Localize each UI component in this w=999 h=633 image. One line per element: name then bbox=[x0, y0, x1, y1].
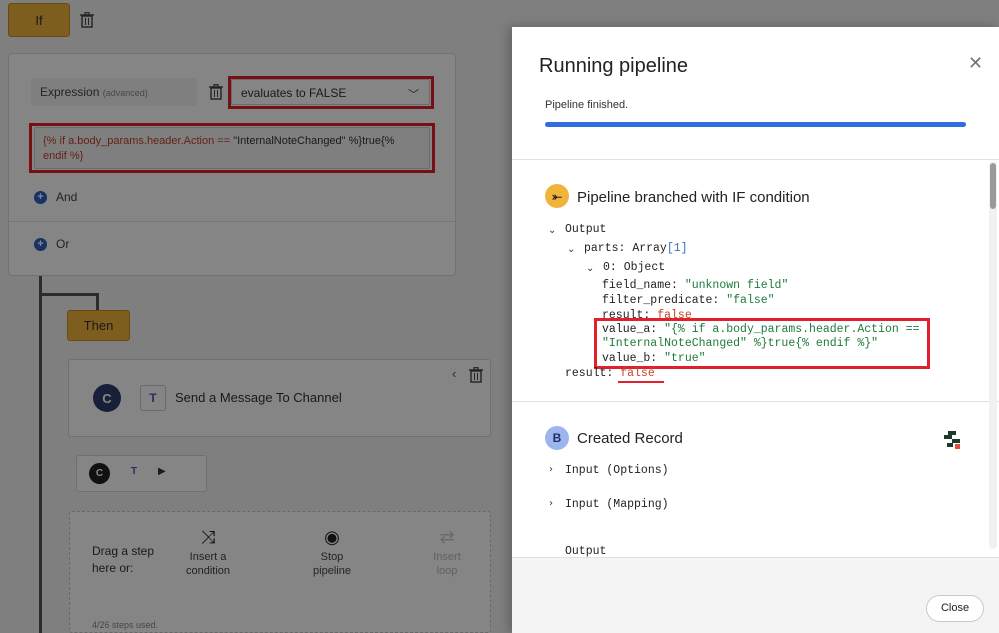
highlight-values bbox=[594, 318, 930, 369]
branch-icon: ⤜ bbox=[545, 184, 569, 208]
expand-mapping-icon[interactable]: › bbox=[549, 498, 553, 509]
close-button-label: Close bbox=[940, 602, 970, 614]
progress-bar bbox=[545, 122, 966, 127]
step-b-letter: B bbox=[552, 431, 562, 445]
outer-result-key: result: bbox=[565, 367, 614, 380]
collapse-parts-icon[interactable]: ⌄ bbox=[567, 244, 575, 255]
item-row[interactable]: 0: Object bbox=[603, 261, 665, 274]
parts-type: Array bbox=[632, 242, 667, 255]
modal-footer bbox=[512, 557, 999, 633]
field-name-key: field_name: bbox=[602, 279, 678, 292]
outer-result-row: result: false bbox=[565, 367, 655, 380]
section-title-if: Pipeline branched with IF condition bbox=[577, 189, 810, 206]
collapse-output-icon[interactable]: ⌄ bbox=[548, 225, 556, 236]
input-options-row[interactable]: Input (Options) bbox=[565, 464, 669, 477]
parts-key: parts: bbox=[584, 242, 626, 255]
section-title-created-record: Created Record bbox=[577, 430, 683, 447]
app-logo-icon bbox=[944, 431, 960, 449]
branch-icon-glyph: ⤜ bbox=[552, 188, 562, 203]
parts-count: [1] bbox=[666, 242, 688, 255]
step-b-icon: B bbox=[545, 426, 569, 450]
input-mapping-row[interactable]: Input (Mapping) bbox=[565, 498, 669, 511]
modal-title: Running pipeline bbox=[539, 55, 689, 77]
scrollbar-thumb[interactable] bbox=[990, 163, 996, 209]
collapse-item-icon[interactable]: ⌄ bbox=[586, 263, 594, 274]
run-log-scroll-area[interactable]: ⤜ Pipeline branched with IF condition ⌄ … bbox=[512, 160, 999, 584]
item-key: 0: bbox=[603, 261, 617, 274]
close-button[interactable]: Close bbox=[926, 595, 984, 622]
filter-predicate-key: filter_predicate: bbox=[602, 294, 720, 307]
filter-predicate-value: "false" bbox=[726, 294, 775, 307]
close-icon[interactable]: ✕ bbox=[968, 53, 983, 74]
filter-predicate-row: filter_predicate: "false" bbox=[602, 294, 775, 307]
divider bbox=[512, 401, 999, 402]
field-name-value: "unknown field" bbox=[684, 279, 789, 292]
expand-options-icon[interactable]: › bbox=[549, 464, 553, 475]
running-pipeline-modal: Running pipeline ✕ Pipeline finished. ⤜ … bbox=[512, 27, 999, 633]
parts-row[interactable]: parts: Array[1] bbox=[584, 242, 688, 255]
field-name-row: field_name: "unknown field" bbox=[602, 279, 788, 292]
outer-result-value: false bbox=[620, 367, 655, 380]
scrollbar-track[interactable] bbox=[989, 161, 997, 549]
progress-fill bbox=[545, 122, 966, 127]
item-type: Object bbox=[623, 261, 666, 274]
output-label[interactable]: Output bbox=[565, 223, 606, 236]
highlight-underline bbox=[618, 381, 664, 383]
pipeline-status: Pipeline finished. bbox=[545, 99, 629, 111]
